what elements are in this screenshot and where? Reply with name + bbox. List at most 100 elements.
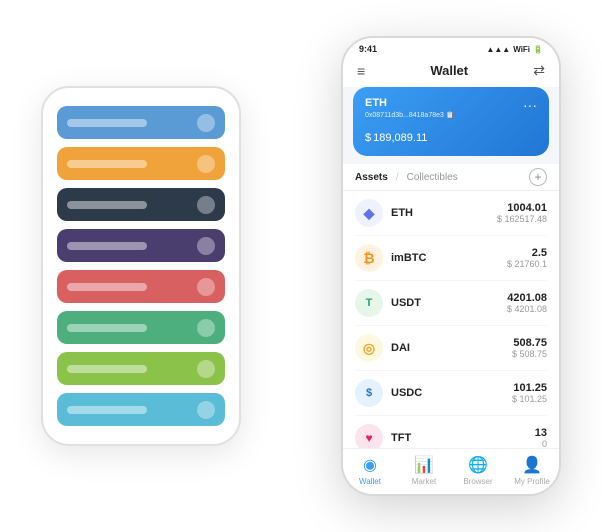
asset-amount: 101.25 (512, 382, 547, 394)
card-icon (197, 401, 215, 419)
eth-card-title: ETH (365, 97, 537, 109)
tab-divider: / (396, 172, 399, 183)
list-item[interactable] (57, 147, 225, 180)
asset-right: 2.5 $ 21760.1 (507, 247, 547, 269)
list-item[interactable] (57, 352, 225, 385)
nav-wallet[interactable]: ◉ Wallet (350, 455, 390, 486)
list-item[interactable] (57, 393, 225, 426)
eth-card-address: 0x08711d3b...8418a78e3 📋 (365, 111, 537, 119)
asset-left: ♥ TFT (355, 424, 411, 448)
card-icon (197, 196, 215, 214)
page-title: Wallet (430, 63, 468, 78)
scene: 9:41 ▲▲▲ WiFi 🔋 ≡ Wallet ⇄ ··· ETH 0x087… (11, 11, 591, 521)
asset-usd: $ 4201.08 (507, 304, 547, 314)
asset-right: 4201.08 $ 4201.08 (507, 292, 547, 314)
market-nav-label: Market (412, 477, 436, 486)
nav-profile[interactable]: 👤 My Profile (512, 455, 552, 486)
card-icon (197, 360, 215, 378)
browser-nav-icon: 🌐 (468, 455, 488, 475)
asset-amount: 2.5 (507, 247, 547, 259)
asset-amount: 13 (535, 427, 547, 439)
tab-collectibles[interactable]: Collectibles (407, 172, 458, 183)
foreground-phone: 9:41 ▲▲▲ WiFi 🔋 ≡ Wallet ⇄ ··· ETH 0x087… (341, 36, 561, 496)
asset-name: ETH (391, 207, 413, 219)
asset-usd: $ 508.75 (512, 349, 547, 359)
card-icon (197, 237, 215, 255)
asset-name: USDC (391, 387, 422, 399)
asset-left: $ USDC (355, 379, 422, 407)
card-label (67, 365, 147, 373)
background-phone (41, 86, 241, 446)
asset-right: 13 0 (535, 427, 547, 448)
imbtc-icon: ₿ (355, 244, 383, 272)
menu-icon[interactable]: ≡ (357, 63, 365, 79)
profile-nav-icon: 👤 (522, 455, 542, 475)
usdc-icon: $ (355, 379, 383, 407)
browser-nav-label: Browser (463, 477, 492, 486)
table-row[interactable]: $ USDC 101.25 $ 101.25 (355, 371, 547, 416)
table-row[interactable]: ◆ ETH 1004.01 $ 162517.48 (355, 191, 547, 236)
add-asset-button[interactable]: + (529, 168, 547, 186)
card-icon (197, 319, 215, 337)
list-item[interactable] (57, 229, 225, 262)
market-nav-icon: 📊 (414, 455, 434, 475)
card-label (67, 201, 147, 209)
asset-usd: 0 (535, 439, 547, 448)
asset-name: DAI (391, 342, 410, 354)
scan-icon[interactable]: ⇄ (533, 62, 545, 79)
asset-left: T USDT (355, 289, 421, 317)
tab-assets[interactable]: Assets (355, 172, 388, 183)
list-item[interactable] (57, 311, 225, 344)
usdt-icon: T (355, 289, 383, 317)
asset-name: USDT (391, 297, 421, 309)
table-row[interactable]: ₿ imBTC 2.5 $ 21760.1 (355, 236, 547, 281)
card-label (67, 324, 147, 332)
tabs-left: Assets / Collectibles (355, 172, 458, 183)
eth-card-balance: $189,089.11 (365, 125, 537, 146)
table-row[interactable]: ◎ DAI 508.75 $ 508.75 (355, 326, 547, 371)
status-time: 9:41 (359, 44, 377, 54)
list-item[interactable] (57, 270, 225, 303)
asset-name: imBTC (391, 252, 426, 264)
profile-nav-label: My Profile (514, 477, 550, 486)
table-row[interactable]: ♥ TFT 13 0 (355, 416, 547, 448)
status-bar: 9:41 ▲▲▲ WiFi 🔋 (343, 38, 559, 58)
asset-left: ₿ imBTC (355, 244, 426, 272)
asset-amount: 508.75 (512, 337, 547, 349)
dollar-sign: $ (365, 132, 371, 144)
bottom-nav: ◉ Wallet 📊 Market 🌐 Browser 👤 My Profile (343, 448, 559, 494)
card-icon (197, 278, 215, 296)
list-item[interactable] (57, 106, 225, 139)
signal-icon: ▲▲▲ (486, 45, 510, 54)
asset-usd: $ 101.25 (512, 394, 547, 404)
asset-amount: 1004.01 (497, 202, 547, 214)
wallet-nav-icon: ◉ (363, 455, 377, 475)
card-label (67, 160, 147, 168)
table-row[interactable]: T USDT 4201.08 $ 4201.08 (355, 281, 547, 326)
asset-amount: 4201.08 (507, 292, 547, 304)
asset-name: TFT (391, 432, 411, 444)
asset-right: 101.25 $ 101.25 (512, 382, 547, 404)
dai-icon: ◎ (355, 334, 383, 362)
nav-browser[interactable]: 🌐 Browser (458, 455, 498, 486)
card-icon (197, 114, 215, 132)
card-icon (197, 155, 215, 173)
eth-icon: ◆ (355, 199, 383, 227)
battery-icon: 🔋 (533, 45, 543, 54)
phone-header: ≡ Wallet ⇄ (343, 58, 559, 87)
asset-right: 1004.01 $ 162517.48 (497, 202, 547, 224)
asset-left: ◎ DAI (355, 334, 410, 362)
asset-usd: $ 162517.48 (497, 214, 547, 224)
wifi-icon: WiFi (513, 45, 530, 54)
wallet-nav-label: Wallet (359, 477, 381, 486)
eth-card[interactable]: ··· ETH 0x08711d3b...8418a78e3 📋 $189,08… (353, 87, 549, 156)
asset-right: 508.75 $ 508.75 (512, 337, 547, 359)
tft-icon: ♥ (355, 424, 383, 448)
nav-market[interactable]: 📊 Market (404, 455, 444, 486)
list-item[interactable] (57, 188, 225, 221)
card-label (67, 406, 147, 414)
card-label (67, 242, 147, 250)
card-label (67, 283, 147, 291)
assets-tabs: Assets / Collectibles + (343, 164, 559, 191)
status-icons: ▲▲▲ WiFi 🔋 (486, 45, 543, 54)
